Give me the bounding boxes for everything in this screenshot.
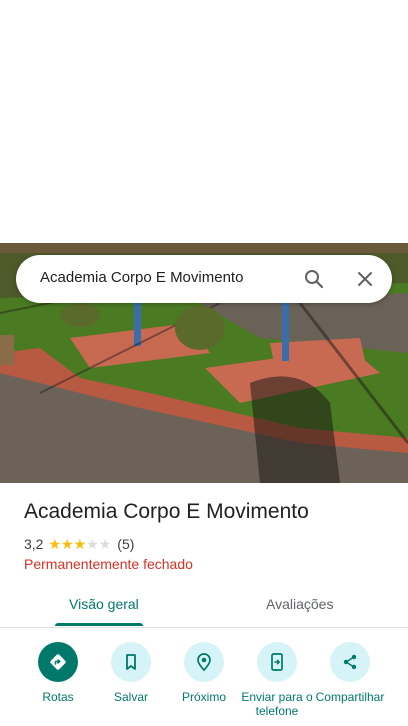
share-button[interactable]: Compartilhar <box>310 642 390 704</box>
share-icon <box>330 642 370 682</box>
tab-divider <box>0 627 408 628</box>
star-icon: ★ <box>61 536 74 552</box>
map-blank-area <box>0 0 408 243</box>
bookmark-icon <box>111 642 151 682</box>
save-label: Salvar <box>113 690 148 704</box>
place-title: Academia Corpo E Movimento <box>24 500 309 523</box>
share-label: Compartilhar <box>315 690 385 704</box>
close-icon[interactable] <box>353 267 377 291</box>
save-button[interactable]: Salvar <box>91 642 171 704</box>
nearby-label: Próximo <box>181 690 226 704</box>
status-label: Permanentemente fechado <box>24 556 193 572</box>
nearby-button[interactable]: Próximo <box>164 642 244 704</box>
directions-label: Rotas <box>42 690 74 704</box>
rating-stars: ★ ★ ★ ★ ★ <box>48 537 111 551</box>
nearby-icon <box>184 642 224 682</box>
tab-overview[interactable]: Visão geral <box>69 596 139 612</box>
search-query[interactable]: Academia Corpo E Movimento <box>40 269 243 286</box>
directions-button[interactable]: Rotas <box>18 642 98 704</box>
search-icon[interactable] <box>302 267 326 291</box>
star-icon: ★ <box>73 536 87 552</box>
review-count: (5) <box>117 536 135 552</box>
tab-reviews[interactable]: Avaliações <box>266 596 333 612</box>
star-icon: ★ <box>98 536 112 552</box>
search-bar[interactable]: Academia Corpo E Movimento <box>16 255 392 303</box>
send-to-phone-label: Enviar para o telefone <box>241 690 313 718</box>
rating-row[interactable]: 3,2 ★ ★ ★ ★ ★ (5) <box>24 536 134 552</box>
send-to-phone-button[interactable]: Enviar para o telefone <box>237 642 317 718</box>
send-to-phone-icon <box>257 642 297 682</box>
rating-value: 3,2 <box>24 536 44 552</box>
directions-icon <box>38 642 78 682</box>
star-icon: ★ <box>48 536 62 552</box>
star-icon: ★ <box>86 536 99 552</box>
tab-indicator <box>55 623 143 626</box>
